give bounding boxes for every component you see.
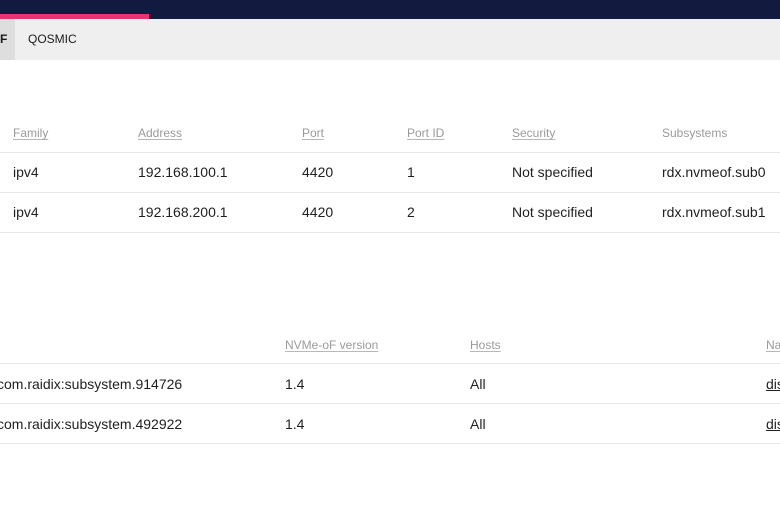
divider [0,443,780,444]
cell-address: 192.168.200.1 [138,204,228,220]
cell-subsystems: rdx.nvmeof.sub0 [662,164,766,180]
header-hosts[interactable]: Hosts [470,338,501,352]
tab-bar: F QOSMIC [0,19,780,60]
cell-subsystems: rdx.nvmeof.sub1 [662,204,766,220]
cell-port-id: 2 [407,204,415,220]
header-subsystems: Subsystems [662,126,728,140]
cell-hosts: All [470,416,486,432]
cell-nqn: com.raidix:subsystem.492922 [0,416,183,432]
cell-port: 4420 [302,164,334,180]
cell-port-id: 1 [407,164,415,180]
cell-security: Not specified [512,164,593,180]
cell-version: 1.4 [285,376,305,392]
namespace-link[interactable]: dis [766,376,780,392]
header-nvmeof-version[interactable]: NVMe-oF version [285,338,378,352]
divider [0,232,780,233]
header-security[interactable]: Security [512,126,555,140]
namespace-link[interactable]: dis [766,416,780,432]
cell-hosts: All [470,376,486,392]
cell-family: ipv4 [13,164,39,180]
divider [0,152,780,153]
divider [0,403,780,404]
header-namespaces[interactable]: Na [766,338,780,352]
tab-nvmeof[interactable]: F [0,19,15,60]
cell-nqn: com.raidix:subsystem.914726 [0,376,183,392]
header-address[interactable]: Address [138,126,182,140]
tab-nvmeof-label: F [0,32,8,46]
top-bar [0,0,780,19]
header-family[interactable]: Family [13,126,48,140]
divider [0,363,780,364]
cell-version: 1.4 [285,416,305,432]
cell-security: Not specified [512,204,593,220]
cell-family: ipv4 [13,204,39,220]
header-port-id[interactable]: Port ID [407,126,444,140]
cell-address: 192.168.100.1 [138,164,228,180]
header-port[interactable]: Port [302,126,324,140]
cell-port: 4420 [302,204,334,220]
divider [0,192,780,193]
tab-qosmic[interactable]: QOSMIC [28,19,77,60]
